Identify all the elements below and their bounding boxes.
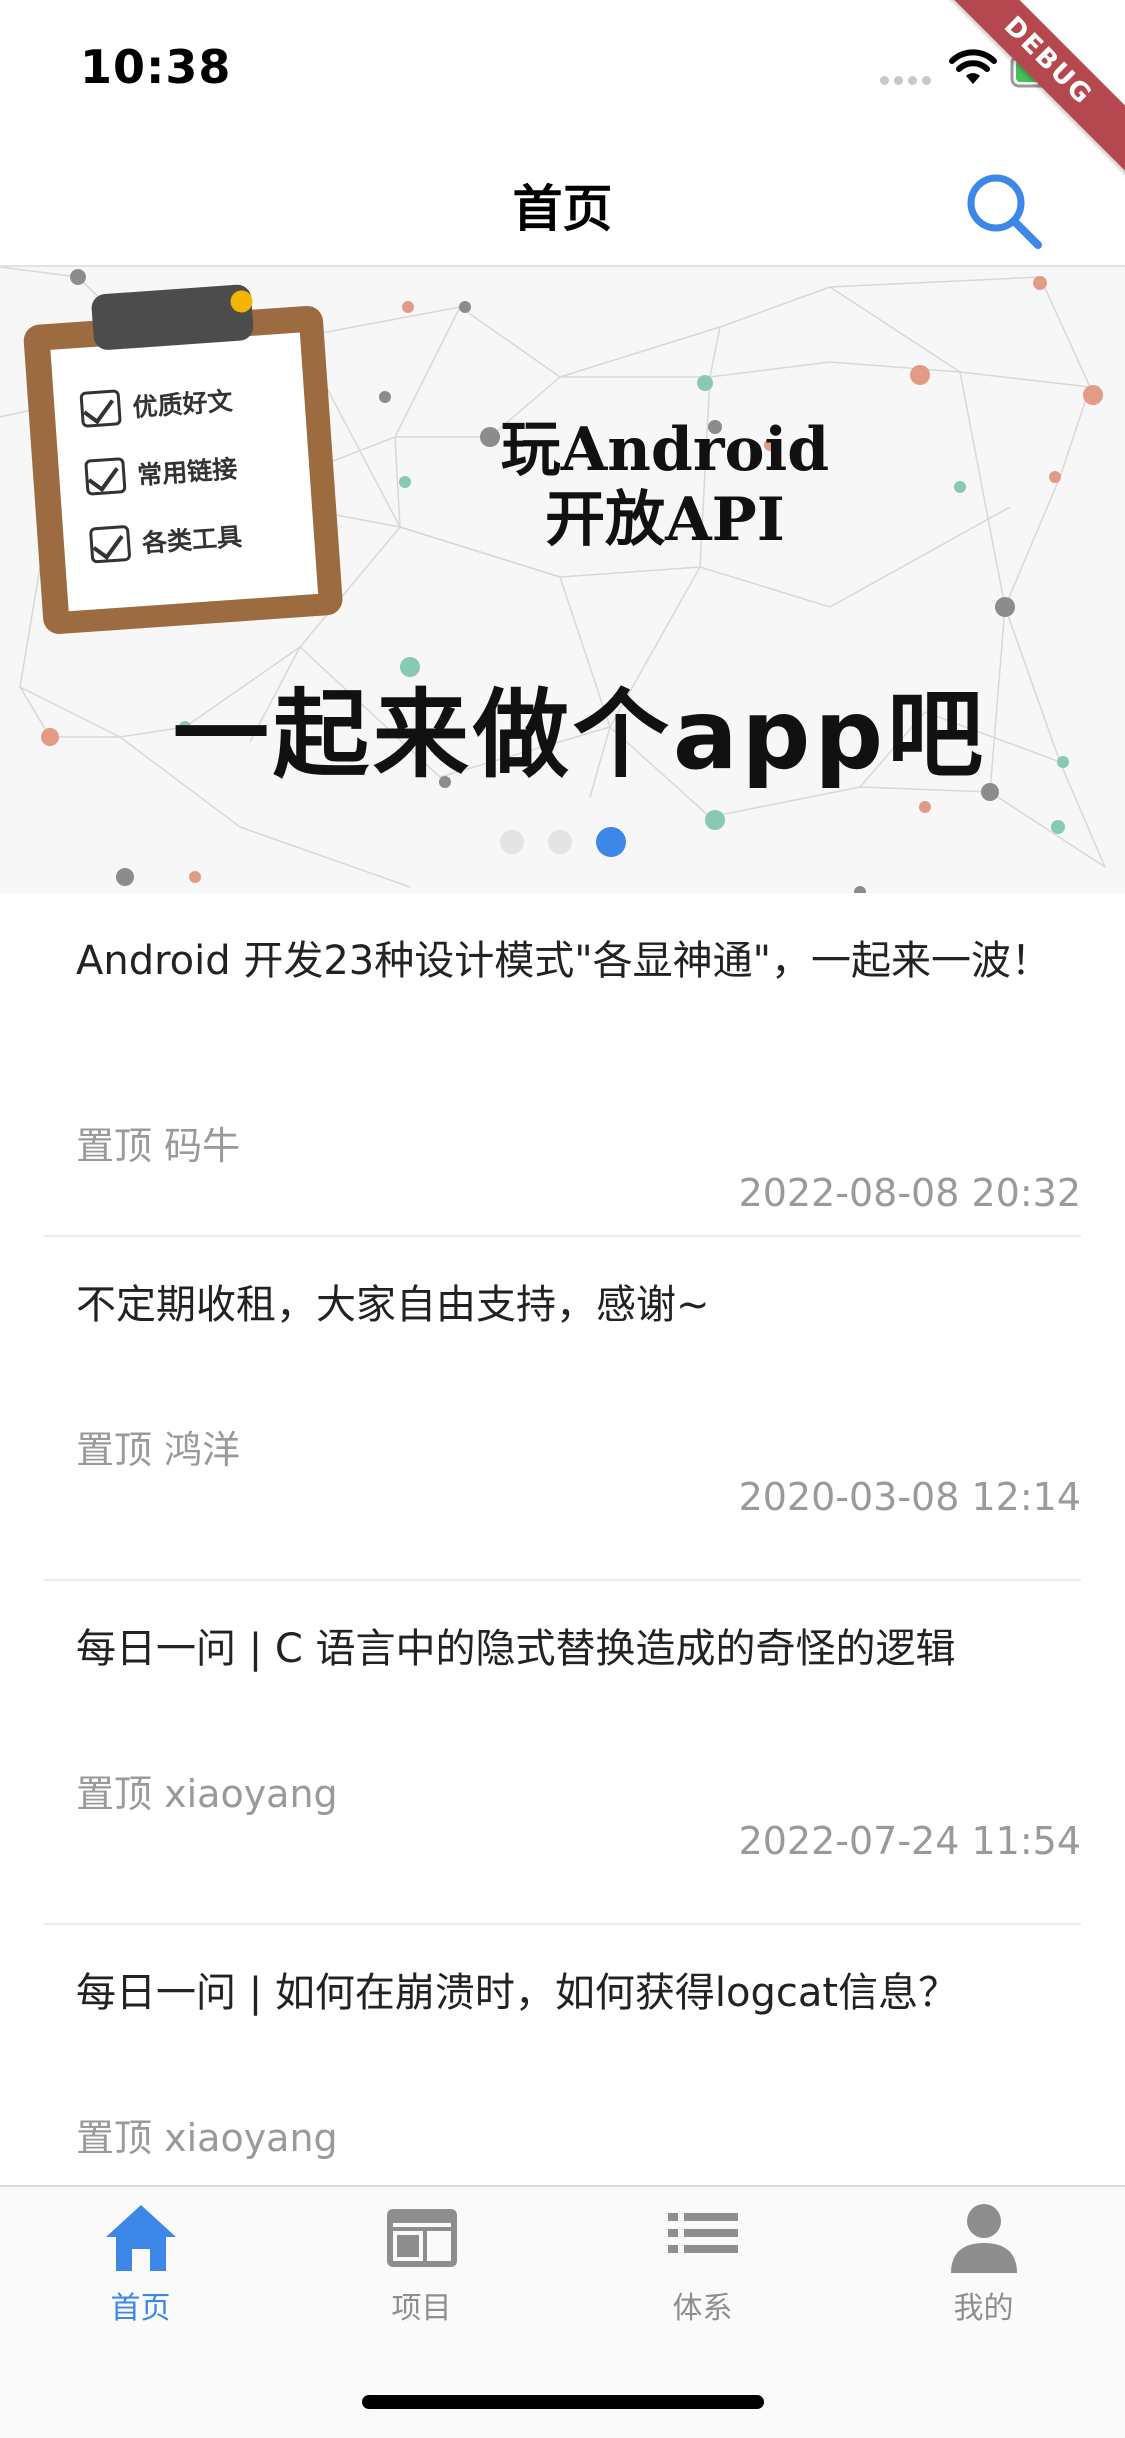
article-date: 2020-03-08 12:14 xyxy=(738,1475,1081,1519)
pinned-tag: 置顶 xyxy=(76,1772,153,1816)
nav-label: 我的 xyxy=(953,2291,1014,2326)
article-meta: 置顶 鸿洋 xyxy=(76,1419,240,1474)
nav-item-home[interactable]: 首页 xyxy=(0,2187,281,2337)
article-title: 每日一问 | 如何在崩溃时，如何获得logcat信息？ xyxy=(76,1970,959,2016)
nav-label: 首页 xyxy=(110,2291,171,2326)
banner-carousel[interactable]: 优质好文 常用链接 各类工具 玩Android 开放API 一起来做个app吧 xyxy=(0,267,1125,893)
nav-item-system[interactable]: 体系 xyxy=(562,2187,843,2337)
banner-slogan: 一起来做个app吧 xyxy=(172,679,988,791)
article-author: xiaoyang xyxy=(164,1772,338,1816)
nav-label: 体系 xyxy=(672,2291,733,2326)
cellular-signal-icon xyxy=(880,76,931,85)
nav-item-project[interactable]: 项目 xyxy=(281,2187,562,2337)
nav-label: 项目 xyxy=(391,2291,452,2326)
article-date: 2022-08-08 20:32 xyxy=(738,1171,1081,1215)
pinned-tag: 置顶 xyxy=(76,2116,153,2160)
status-bar: 10:38 DEBUG xyxy=(0,0,1125,194)
carousel-dot[interactable] xyxy=(500,830,524,854)
carousel-dot-active[interactable] xyxy=(596,827,626,857)
page-title: 首页 xyxy=(512,180,613,238)
banner-title: 玩Android 开放API xyxy=(500,415,830,555)
article-author: 码牛 xyxy=(164,1124,241,1168)
article-item[interactable]: Android 开发23种设计模式"各显神通"，一起来一波！ 置顶 码牛 202… xyxy=(44,893,1081,1237)
article-item[interactable]: 不定期收租，大家自由支持，感谢~ 置顶 鸿洋 2020-03-08 12:14 xyxy=(44,1237,1081,1581)
carousel-indicator xyxy=(500,827,626,857)
article-meta: 置顶 xiaoyang xyxy=(76,1763,338,1818)
search-icon[interactable] xyxy=(958,165,1048,255)
nav-item-mine[interactable]: 我的 xyxy=(843,2187,1124,2337)
article-meta: 置顶 码牛 xyxy=(76,1115,240,1170)
article-list[interactable]: Android 开发23种设计模式"各显神通"，一起来一波！ 置顶 码牛 202… xyxy=(0,893,1125,2185)
article-title: 每日一问 | C 语言中的隐式替换造成的奇怪的逻辑 xyxy=(76,1626,956,1672)
article-title: 不定期收租，大家自由支持，感谢~ xyxy=(76,1282,710,1328)
app-bar: 首页 xyxy=(0,135,1125,267)
person-icon xyxy=(951,2204,1017,2273)
project-icon xyxy=(387,2209,457,2267)
article-author: 鸿洋 xyxy=(164,1428,241,1472)
status-time: 10:38 xyxy=(80,40,232,94)
carousel-dot[interactable] xyxy=(548,830,572,854)
article-meta: 置顶 xiaoyang xyxy=(76,2107,338,2162)
article-date: 2022-07-24 11:54 xyxy=(738,1819,1081,1863)
clipboard-illustration: 优质好文 常用链接 各类工具 xyxy=(21,279,344,636)
article-author: xiaoyang xyxy=(164,2116,338,2160)
pinned-tag: 置顶 xyxy=(76,1428,153,1472)
home-indicator[interactable] xyxy=(362,2395,764,2409)
home-icon xyxy=(106,2205,176,2271)
article-item[interactable]: 每日一问 | C 语言中的隐式替换造成的奇怪的逻辑 置顶 xiaoyang 20… xyxy=(44,1581,1081,1925)
wifi-icon xyxy=(949,49,997,84)
article-item[interactable]: 每日一问 | 如何在崩溃时，如何获得logcat信息？ 置顶 xiaoyang xyxy=(44,1925,1081,2185)
article-title: Android 开发23种设计模式"各显神通"，一起来一波！ xyxy=(76,938,1052,984)
pinned-tag: 置顶 xyxy=(76,1124,153,1168)
list-icon xyxy=(668,2213,738,2253)
